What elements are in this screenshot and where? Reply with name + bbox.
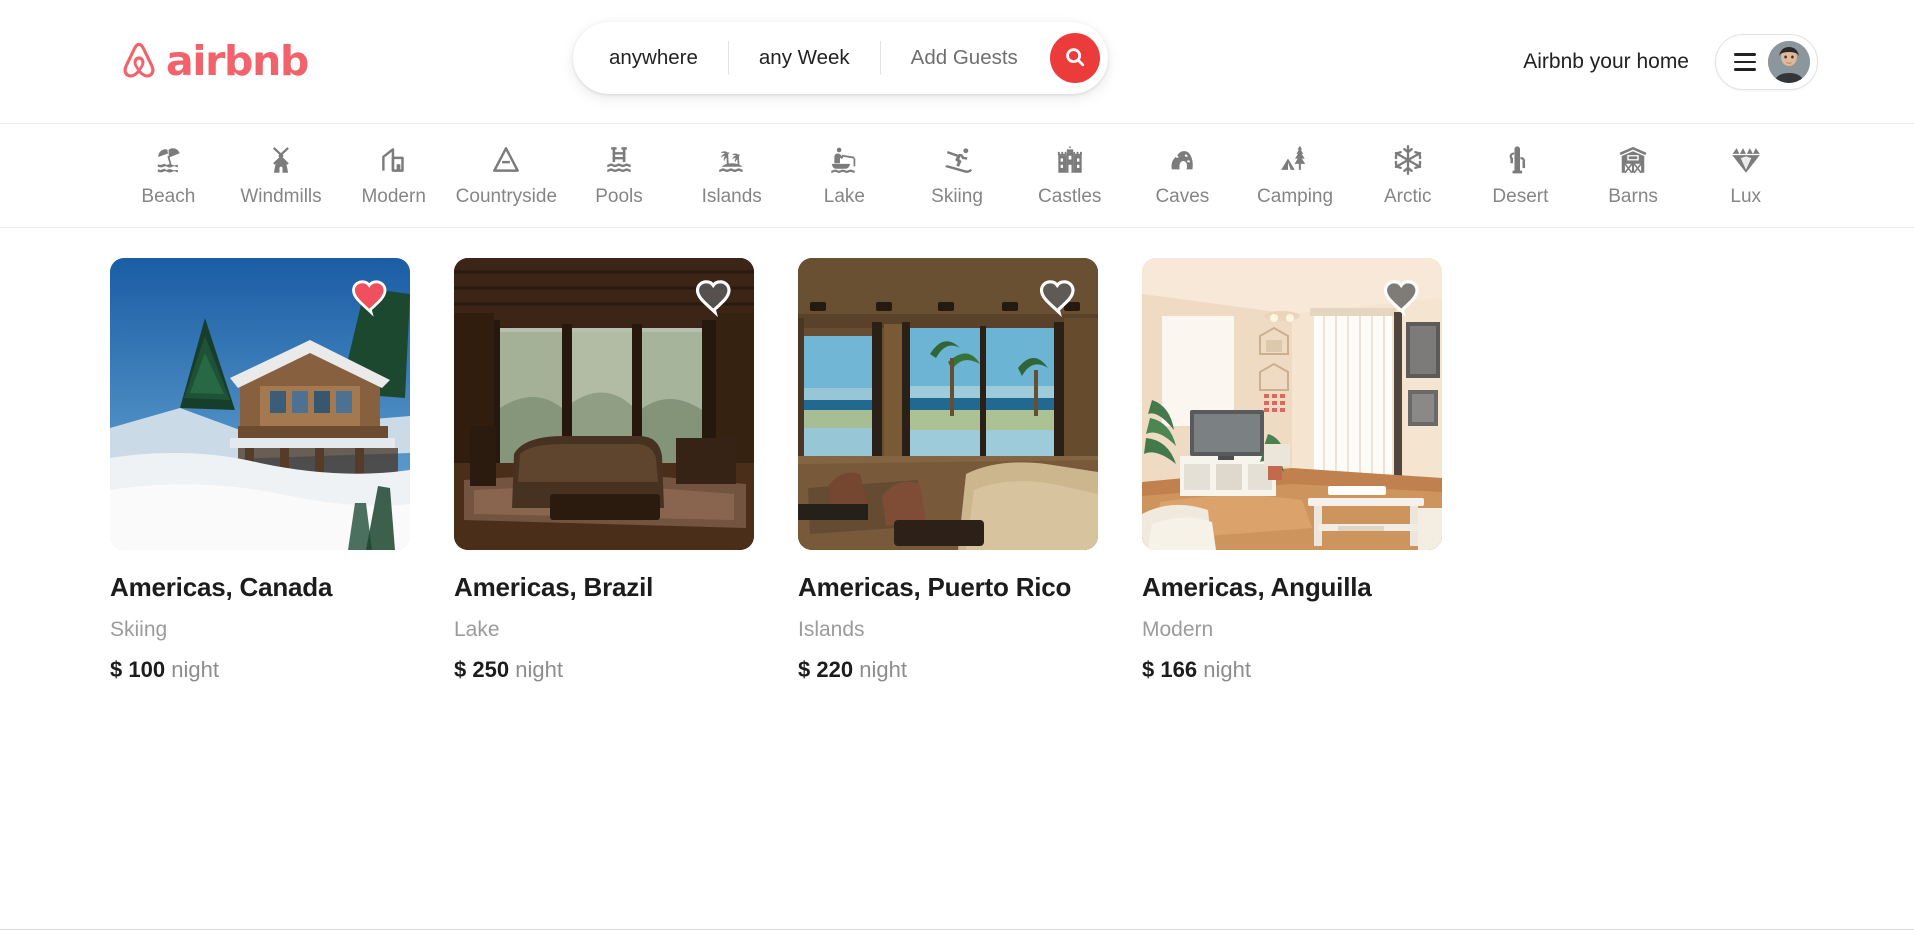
- category-item-countryside[interactable]: Countryside: [450, 143, 563, 208]
- header-right-group: Airbnb your home: [1523, 0, 1818, 124]
- listing-category: Lake: [454, 618, 500, 641]
- category-item-caves[interactable]: Caves: [1126, 143, 1239, 208]
- category-item-beach[interactable]: Beach: [112, 143, 225, 208]
- user-menu-button[interactable]: [1715, 34, 1818, 90]
- category-label: Caves: [1155, 186, 1210, 207]
- listing-category: Islands: [798, 618, 865, 641]
- search-guests-field[interactable]: Add Guests: [881, 38, 1048, 78]
- listing-card[interactable]: Americas, Anguilla Modern $ 166 night: [1142, 258, 1486, 683]
- listing-category: Skiing: [110, 618, 168, 641]
- listing-price: $ 166 night: [1142, 657, 1486, 683]
- listing-price: $ 250 night: [454, 657, 798, 683]
- search-dates-field[interactable]: any Week: [729, 38, 880, 78]
- airbnb-belo-icon: [118, 40, 160, 84]
- listing-amount: 166: [1160, 657, 1198, 682]
- airbnb-logo[interactable]: airbnb: [118, 37, 309, 85]
- listing-currency: $: [798, 657, 811, 682]
- category-item-pools[interactable]: Pools: [563, 143, 676, 208]
- listing-period: night: [515, 657, 563, 682]
- castle-icon: [1053, 143, 1087, 177]
- category-label: Desert: [1492, 186, 1549, 207]
- listing-period: night: [171, 657, 219, 682]
- category-item-arctic[interactable]: Arctic: [1351, 143, 1464, 208]
- search-icon: [1064, 46, 1086, 71]
- listing-period: night: [859, 657, 907, 682]
- category-label: Pools: [595, 186, 643, 207]
- cactus-icon: [1503, 143, 1537, 177]
- listing-title: Americas, Puerto Rico: [798, 572, 1072, 602]
- beach-umbrella-icon: [151, 143, 185, 177]
- category-label: Lake: [823, 186, 865, 207]
- category-label: Arctic: [1383, 186, 1432, 207]
- listing-currency: $: [110, 657, 123, 682]
- category-item-islands[interactable]: Islands: [675, 143, 788, 208]
- user-avatar[interactable]: [1768, 41, 1810, 83]
- listing-image[interactable]: [798, 258, 1098, 550]
- category-item-skiing[interactable]: Skiing: [901, 143, 1014, 208]
- listing-image[interactable]: [1142, 258, 1442, 550]
- listing-card[interactable]: Americas, Brazil Lake $ 250 night: [454, 258, 798, 683]
- heart-filled-icon[interactable]: [350, 275, 392, 317]
- category-item-castles[interactable]: Castles: [1013, 143, 1126, 208]
- listing-currency: $: [454, 657, 467, 682]
- airbnb-your-home-link[interactable]: Airbnb your home: [1523, 50, 1689, 74]
- listing-title: Americas, Brazil: [454, 572, 654, 602]
- diamond-icon: [1729, 143, 1763, 177]
- heart-outline-icon[interactable]: [1382, 275, 1424, 318]
- windmill-icon: [264, 143, 298, 177]
- category-label: Countryside: [455, 186, 558, 207]
- barn-icon: [1616, 143, 1650, 177]
- search-button[interactable]: [1049, 33, 1100, 83]
- listing-price: $ 220 night: [798, 657, 1142, 683]
- listing-title: Americas, Anguilla: [1142, 572, 1372, 602]
- listing-card[interactable]: Americas, Puerto Rico Islands $ 220 nigh…: [798, 258, 1142, 683]
- site-header: airbnb anywhere any Week Add Guests Airb…: [0, 0, 1914, 124]
- airbnb-logo-text: airbnb: [166, 37, 309, 85]
- skier-icon: [940, 143, 974, 177]
- listing-image[interactable]: [110, 258, 410, 550]
- listing-category: Modern: [1142, 618, 1214, 641]
- listing-currency: $: [1142, 657, 1155, 682]
- camping-tent-icon: [1278, 143, 1312, 177]
- listing-grid: Americas, Canada Skiing $ 100 night Amer…: [0, 258, 1914, 683]
- category-item-modern[interactable]: Modern: [337, 143, 450, 208]
- category-item-lake[interactable]: Lake: [788, 143, 901, 208]
- listing-card[interactable]: Americas, Canada Skiing $ 100 night: [110, 258, 454, 683]
- countryside-barn-icon: [489, 143, 523, 177]
- cave-icon: [1165, 143, 1199, 177]
- hamburger-menu-icon[interactable]: [1734, 53, 1756, 71]
- heart-outline-icon[interactable]: [694, 275, 736, 318]
- heart-outline-icon[interactable]: [1038, 275, 1080, 318]
- category-nav[interactable]: Beach Windmills Modern Countryside Pools…: [0, 124, 1914, 228]
- category-label: Modern: [361, 186, 426, 207]
- pool-ladder-icon: [602, 143, 636, 177]
- snowflake-icon: [1391, 143, 1425, 177]
- category-label: Barns: [1608, 186, 1658, 207]
- category-label: Windmills: [240, 186, 322, 207]
- category-item-desert[interactable]: Desert: [1464, 143, 1577, 208]
- lake-fishing-boat-icon: [827, 143, 861, 177]
- listing-period: night: [1203, 657, 1251, 682]
- listing-image[interactable]: [454, 258, 754, 550]
- category-label: Beach: [141, 186, 196, 207]
- search-bar[interactable]: anywhere any Week Add Guests: [573, 22, 1108, 94]
- category-label: Camping: [1257, 186, 1334, 207]
- category-label: Skiing: [931, 186, 983, 207]
- modern-building-icon: [377, 143, 411, 177]
- listing-price: $ 100 night: [110, 657, 454, 683]
- category-label: Castles: [1038, 186, 1102, 207]
- listing-amount: 100: [128, 657, 166, 682]
- island-palm-icon: [715, 143, 749, 177]
- search-location-field[interactable]: anywhere: [573, 38, 728, 78]
- category-label: Lux: [1730, 186, 1762, 207]
- category-item-windmills[interactable]: Windmills: [225, 143, 338, 208]
- category-item-camping[interactable]: Camping: [1239, 143, 1352, 208]
- category-item-barns[interactable]: Barns: [1577, 143, 1690, 208]
- category-label: Islands: [701, 186, 762, 207]
- listing-amount: 250: [472, 657, 510, 682]
- category-item-lux[interactable]: Lux: [1689, 143, 1802, 208]
- listing-amount: 220: [816, 657, 854, 682]
- listing-title: Americas, Canada: [110, 572, 333, 602]
